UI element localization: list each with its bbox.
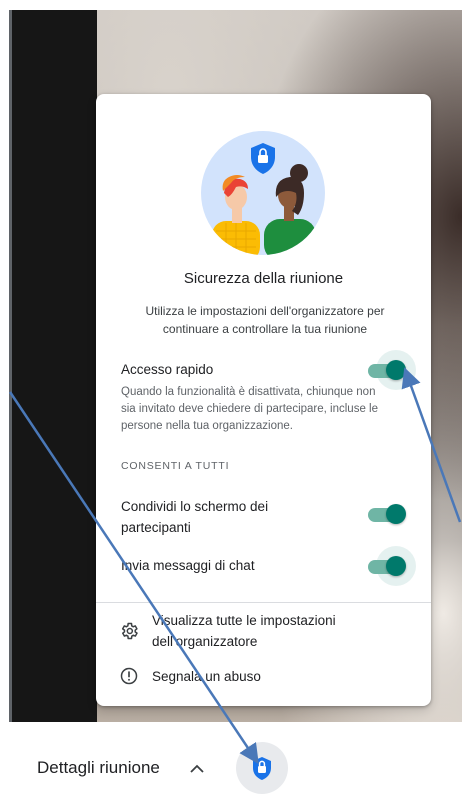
exclamation-circle-icon — [120, 667, 138, 685]
bottom-toolbar: Dettagli riunione — [0, 722, 462, 810]
quick-access-label: Accesso rapido — [121, 362, 214, 377]
people-shield-illustration — [201, 131, 325, 255]
meeting-details-label: Dettagli riunione — [37, 758, 160, 777]
top-strip — [0, 0, 462, 10]
chevron-up-icon — [190, 764, 204, 773]
share-screen-toggle[interactable] — [368, 504, 406, 524]
meeting-safety-dialog: Sicurezza della riunione Utilizza le imp… — [96, 94, 431, 706]
report-abuse-label: Segnala un abuso — [152, 669, 261, 684]
dialog-subtitle: Utilizza le impostazioni dell'organizzat… — [145, 304, 385, 336]
shield-lock-icon — [253, 757, 271, 780]
divider — [96, 602, 431, 603]
left-margin — [0, 722, 12, 810]
quick-access-description: Quando la funzionalità è disattivata, ch… — [121, 386, 378, 432]
left-edge-line — [9, 0, 12, 722]
gear-icon — [121, 622, 138, 640]
chat-label: Invia messaggi di chat — [121, 558, 255, 573]
view-settings-label: Visualizza tutte le impostazioni dell'or… — [152, 613, 336, 649]
allow-everyone-heading: CONSENTI A TUTTI — [121, 460, 230, 472]
dark-tile — [0, 0, 97, 722]
toggle-thumb — [386, 360, 406, 380]
quick-access-toggle[interactable] — [368, 350, 416, 390]
chat-toggle[interactable] — [368, 546, 416, 586]
meeting-safety-button[interactable] — [236, 742, 288, 794]
toggle-thumb — [386, 504, 406, 524]
toggle-thumb — [386, 556, 406, 576]
dialog-title: Sicurezza della riunione — [183, 270, 344, 287]
share-screen-label: Condividi lo schermo dei partecipanti — [121, 499, 269, 535]
